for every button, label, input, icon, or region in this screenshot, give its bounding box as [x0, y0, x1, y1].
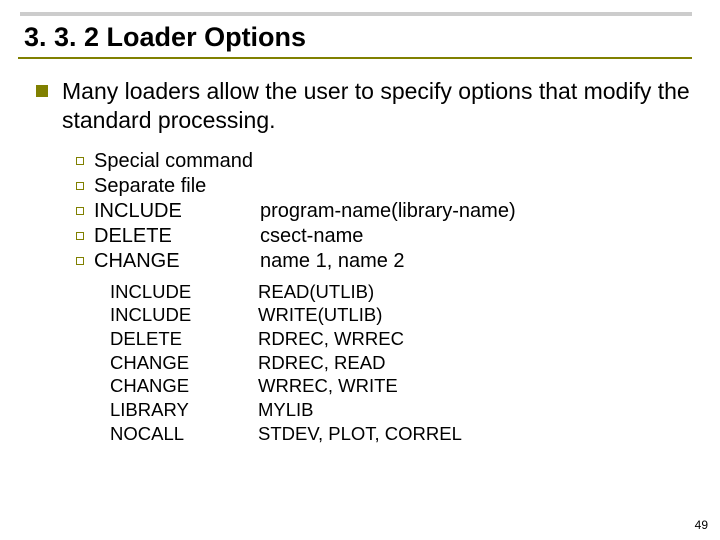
slide: 3. 3. 2 Loader Options Many loaders allo…	[0, 0, 720, 540]
hollow-square-icon	[76, 207, 84, 215]
hollow-square-icon	[76, 157, 84, 165]
example-block: INCLUDE READ(UTLIB) INCLUDE WRITE(UTLIB)…	[110, 280, 692, 446]
sub-item: DELETE csect-name	[76, 224, 692, 249]
sub-item: Special command	[76, 149, 692, 174]
example-cmd: NOCALL	[110, 422, 258, 446]
example-cmd: INCLUDE	[110, 280, 258, 304]
page-number: 49	[695, 518, 708, 532]
example-row: NOCALL STDEV, PLOT, CORREL	[110, 422, 692, 446]
sub-label: Separate file	[94, 174, 260, 199]
sub-label: INCLUDE	[94, 199, 260, 224]
example-row: CHANGE WRREC, WRITE	[110, 374, 692, 398]
sub-label: Special command	[94, 149, 260, 174]
example-cmd: LIBRARY	[110, 398, 258, 422]
example-arg: WRITE(UTLIB)	[258, 303, 382, 327]
sub-value: name 1, name 2	[260, 249, 405, 274]
example-cmd: CHANGE	[110, 351, 258, 375]
example-arg: MYLIB	[258, 398, 314, 422]
hollow-square-icon	[76, 182, 84, 190]
slide-body: Many loaders allow the user to specify o…	[18, 77, 692, 445]
sub-item: CHANGE name 1, name 2	[76, 249, 692, 274]
hollow-square-icon	[76, 257, 84, 265]
example-arg: WRREC, WRITE	[258, 374, 398, 398]
title-rule-bottom: 3. 3. 2 Loader Options	[18, 10, 692, 59]
sub-value: csect-name	[260, 224, 363, 249]
example-row: DELETE RDREC, WRREC	[110, 327, 692, 351]
example-arg: READ(UTLIB)	[258, 280, 374, 304]
intro-text: Many loaders allow the user to specify o…	[62, 77, 692, 135]
example-arg: RDREC, READ	[258, 351, 385, 375]
slide-title: 3. 3. 2 Loader Options	[24, 22, 692, 53]
example-cmd: DELETE	[110, 327, 258, 351]
example-arg: RDREC, WRREC	[258, 327, 404, 351]
sub-item: INCLUDE program-name(library-name)	[76, 199, 692, 224]
sub-item: Separate file	[76, 174, 692, 199]
main-bullet: Many loaders allow the user to specify o…	[36, 77, 692, 135]
example-row: LIBRARY MYLIB	[110, 398, 692, 422]
example-row: INCLUDE WRITE(UTLIB)	[110, 303, 692, 327]
example-row: INCLUDE READ(UTLIB)	[110, 280, 692, 304]
sub-bullet-list: Special command Separate file INCLUDE pr…	[76, 149, 692, 274]
hollow-square-icon	[76, 232, 84, 240]
sub-label: DELETE	[94, 224, 260, 249]
title-rule-top: 3. 3. 2 Loader Options	[20, 12, 692, 53]
example-cmd: INCLUDE	[110, 303, 258, 327]
example-cmd: CHANGE	[110, 374, 258, 398]
sub-value: program-name(library-name)	[260, 199, 516, 224]
example-arg: STDEV, PLOT, CORREL	[258, 422, 462, 446]
example-row: CHANGE RDREC, READ	[110, 351, 692, 375]
sub-label: CHANGE	[94, 249, 260, 274]
square-bullet-icon	[36, 85, 48, 97]
